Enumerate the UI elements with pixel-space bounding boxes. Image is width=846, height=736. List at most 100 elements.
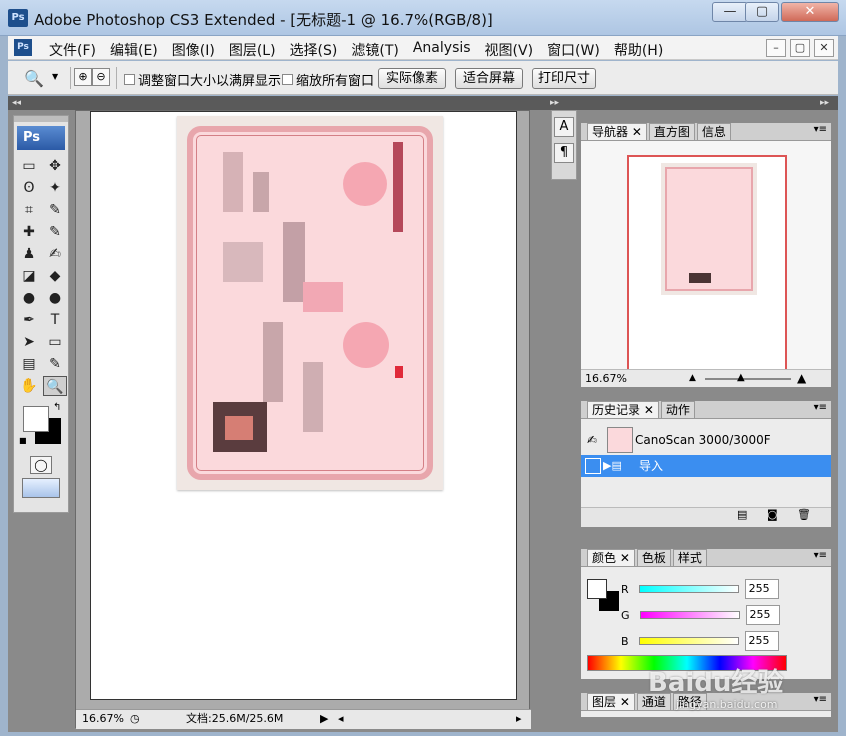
- paragraph-panel-icon[interactable]: ¶: [554, 143, 574, 163]
- zoom-in-icon[interactable]: ⊕: [74, 68, 92, 86]
- zoom-all-checkbox[interactable]: 缩放所有窗口: [282, 70, 374, 89]
- marquee-tool-icon[interactable]: ▭: [17, 156, 41, 176]
- swap-colors-icon[interactable]: ↰: [53, 402, 61, 413]
- doc-minimize-button[interactable]: –: [766, 39, 786, 57]
- close-button[interactable]: ✕: [781, 2, 839, 22]
- menu-filter[interactable]: 滤镜(T): [344, 40, 405, 60]
- new-document-icon[interactable]: ▤: [737, 508, 747, 521]
- rectangle-tool-icon[interactable]: ▭: [43, 332, 67, 352]
- zoom-tool-icon[interactable]: 🔍: [24, 69, 44, 88]
- blue-channel-slider[interactable]: [638, 637, 739, 645]
- foreground-color-swatch[interactable]: [23, 406, 49, 432]
- slice-tool-icon[interactable]: ✎: [43, 200, 67, 220]
- eraser-tool-icon[interactable]: ◪: [17, 266, 41, 286]
- brush-tool-icon[interactable]: ✎: [43, 222, 67, 242]
- crop-tool-icon[interactable]: ⌗: [17, 200, 41, 220]
- tab-layers[interactable]: 图层 ✕: [587, 693, 635, 710]
- default-colors-icon[interactable]: ■: [19, 436, 27, 445]
- history-brush-source-box[interactable]: [585, 458, 601, 474]
- red-channel-input[interactable]: 255: [744, 579, 779, 599]
- tab-styles[interactable]: 样式: [672, 549, 707, 566]
- collapse-dock-icon[interactable]: ▸▸: [550, 96, 559, 110]
- menu-select[interactable]: 选择(S): [283, 40, 345, 60]
- hand-tool-icon[interactable]: ✋: [17, 376, 41, 396]
- dodge-tool-icon[interactable]: ●: [43, 288, 67, 308]
- tools-panel-header[interactable]: [14, 116, 68, 122]
- status-arrow-icon[interactable]: ▶: [320, 710, 328, 728]
- status-zoom[interactable]: 16.67%: [82, 710, 124, 728]
- menu-file[interactable]: 文件(F): [42, 40, 103, 60]
- blue-channel-input[interactable]: 255: [744, 631, 779, 651]
- ps-menu-icon[interactable]: Ps: [14, 39, 32, 56]
- resize-windows-checkbox[interactable]: 调整窗口大小以满屏显示: [124, 70, 281, 89]
- navigator-zoom-value[interactable]: 16.67%: [585, 370, 627, 387]
- doc-close-button[interactable]: ✕: [814, 39, 834, 57]
- document-canvas[interactable]: [90, 111, 517, 700]
- history-step-import[interactable]: ▶▤ 导入: [581, 455, 831, 477]
- trash-icon[interactable]: 🗑: [797, 508, 811, 521]
- notes-tool-icon[interactable]: ▤: [17, 354, 41, 374]
- tool-preset-arrow-icon[interactable]: ▼: [52, 72, 58, 81]
- menu-layer[interactable]: 图层(L): [222, 40, 283, 60]
- blur-tool-icon[interactable]: ●: [17, 288, 41, 308]
- status-menu-icon[interactable]: ◷: [130, 710, 140, 728]
- menu-analysis[interactable]: Analysis: [406, 40, 478, 60]
- panel-menu-icon[interactable]: ▾≡: [814, 124, 827, 135]
- panel-menu-icon[interactable]: ▾≡: [814, 550, 827, 561]
- checkbox-box[interactable]: [124, 74, 135, 85]
- menu-window[interactable]: 窗口(W): [540, 40, 607, 60]
- panel-menu-icon[interactable]: ▾≡: [814, 694, 827, 705]
- doc-restore-button[interactable]: ▢: [790, 39, 810, 57]
- clone-stamp-tool-icon[interactable]: ♟: [17, 244, 41, 264]
- history-snapshot[interactable]: ✍ CanoScan 3000/3000F: [581, 425, 831, 455]
- checkbox-box[interactable]: [282, 74, 293, 85]
- path-selection-tool-icon[interactable]: ➤: [17, 332, 41, 352]
- zoom-in-icon[interactable]: ▲: [797, 370, 806, 387]
- healing-brush-tool-icon[interactable]: ✚: [17, 222, 41, 242]
- zoom-slider[interactable]: [705, 378, 791, 380]
- pen-tool-icon[interactable]: ✒: [17, 310, 41, 330]
- zoom-out-icon[interactable]: ⊖: [92, 68, 110, 86]
- collapse-left-icon[interactable]: ◂◂: [12, 98, 21, 108]
- tab-actions[interactable]: 动作: [660, 401, 695, 418]
- quick-mask-icon[interactable]: ◯: [30, 456, 52, 474]
- magic-wand-tool-icon[interactable]: ✦: [43, 178, 67, 198]
- red-channel-slider[interactable]: [638, 585, 739, 593]
- menu-help[interactable]: 帮助(H): [607, 40, 670, 60]
- actual-pixels-button[interactable]: 实际像素: [378, 68, 446, 89]
- maximize-button[interactable]: ▢: [745, 2, 779, 22]
- fit-screen-button[interactable]: 适合屏幕: [455, 68, 523, 89]
- lasso-tool-icon[interactable]: ʘ: [17, 178, 41, 198]
- zoom-tool-icon[interactable]: 🔍: [43, 376, 67, 396]
- green-channel-input[interactable]: 255: [745, 605, 780, 625]
- tab-navigator[interactable]: 导航器 ✕: [587, 123, 647, 140]
- menu-image[interactable]: 图像(I): [165, 40, 222, 60]
- history-brush-source-icon[interactable]: ✍: [587, 425, 597, 455]
- zoom-slider-handle[interactable]: ▲: [737, 369, 745, 386]
- zoom-out-icon[interactable]: ▲: [689, 370, 696, 387]
- menu-view[interactable]: 视图(V): [478, 40, 541, 60]
- horizontal-scroll-left-icon[interactable]: ◂: [338, 710, 344, 728]
- tab-history[interactable]: 历史记录 ✕: [587, 401, 659, 418]
- expand-dock-icon[interactable]: ▸▸: [820, 96, 829, 110]
- print-size-button[interactable]: 打印尺寸: [532, 68, 596, 89]
- paint-bucket-tool-icon[interactable]: ◆: [43, 266, 67, 286]
- ps-logo[interactable]: Ps: [17, 126, 65, 150]
- menu-edit[interactable]: 编辑(E): [103, 40, 165, 60]
- new-snapshot-icon[interactable]: ◙: [767, 508, 778, 521]
- horizontal-scroll-right-icon[interactable]: ▸: [516, 710, 522, 728]
- screen-mode-icon[interactable]: [22, 478, 60, 498]
- navigator-view-box[interactable]: [627, 155, 787, 373]
- panel-menu-icon[interactable]: ▾≡: [814, 402, 827, 413]
- move-tool-icon[interactable]: ✥: [43, 156, 67, 176]
- type-tool-icon[interactable]: T: [43, 310, 67, 330]
- history-brush-tool-icon[interactable]: ✍: [43, 244, 67, 264]
- eyedropper-tool-icon[interactable]: ✎: [43, 354, 67, 374]
- tab-color[interactable]: 颜色 ✕: [587, 549, 635, 566]
- tab-histogram[interactable]: 直方图: [648, 123, 695, 140]
- character-panel-icon[interactable]: A: [554, 117, 574, 137]
- tab-info[interactable]: 信息: [696, 123, 731, 140]
- tab-swatches[interactable]: 色板: [636, 549, 671, 566]
- green-channel-slider[interactable]: [639, 611, 740, 619]
- minimize-button[interactable]: —: [712, 2, 748, 22]
